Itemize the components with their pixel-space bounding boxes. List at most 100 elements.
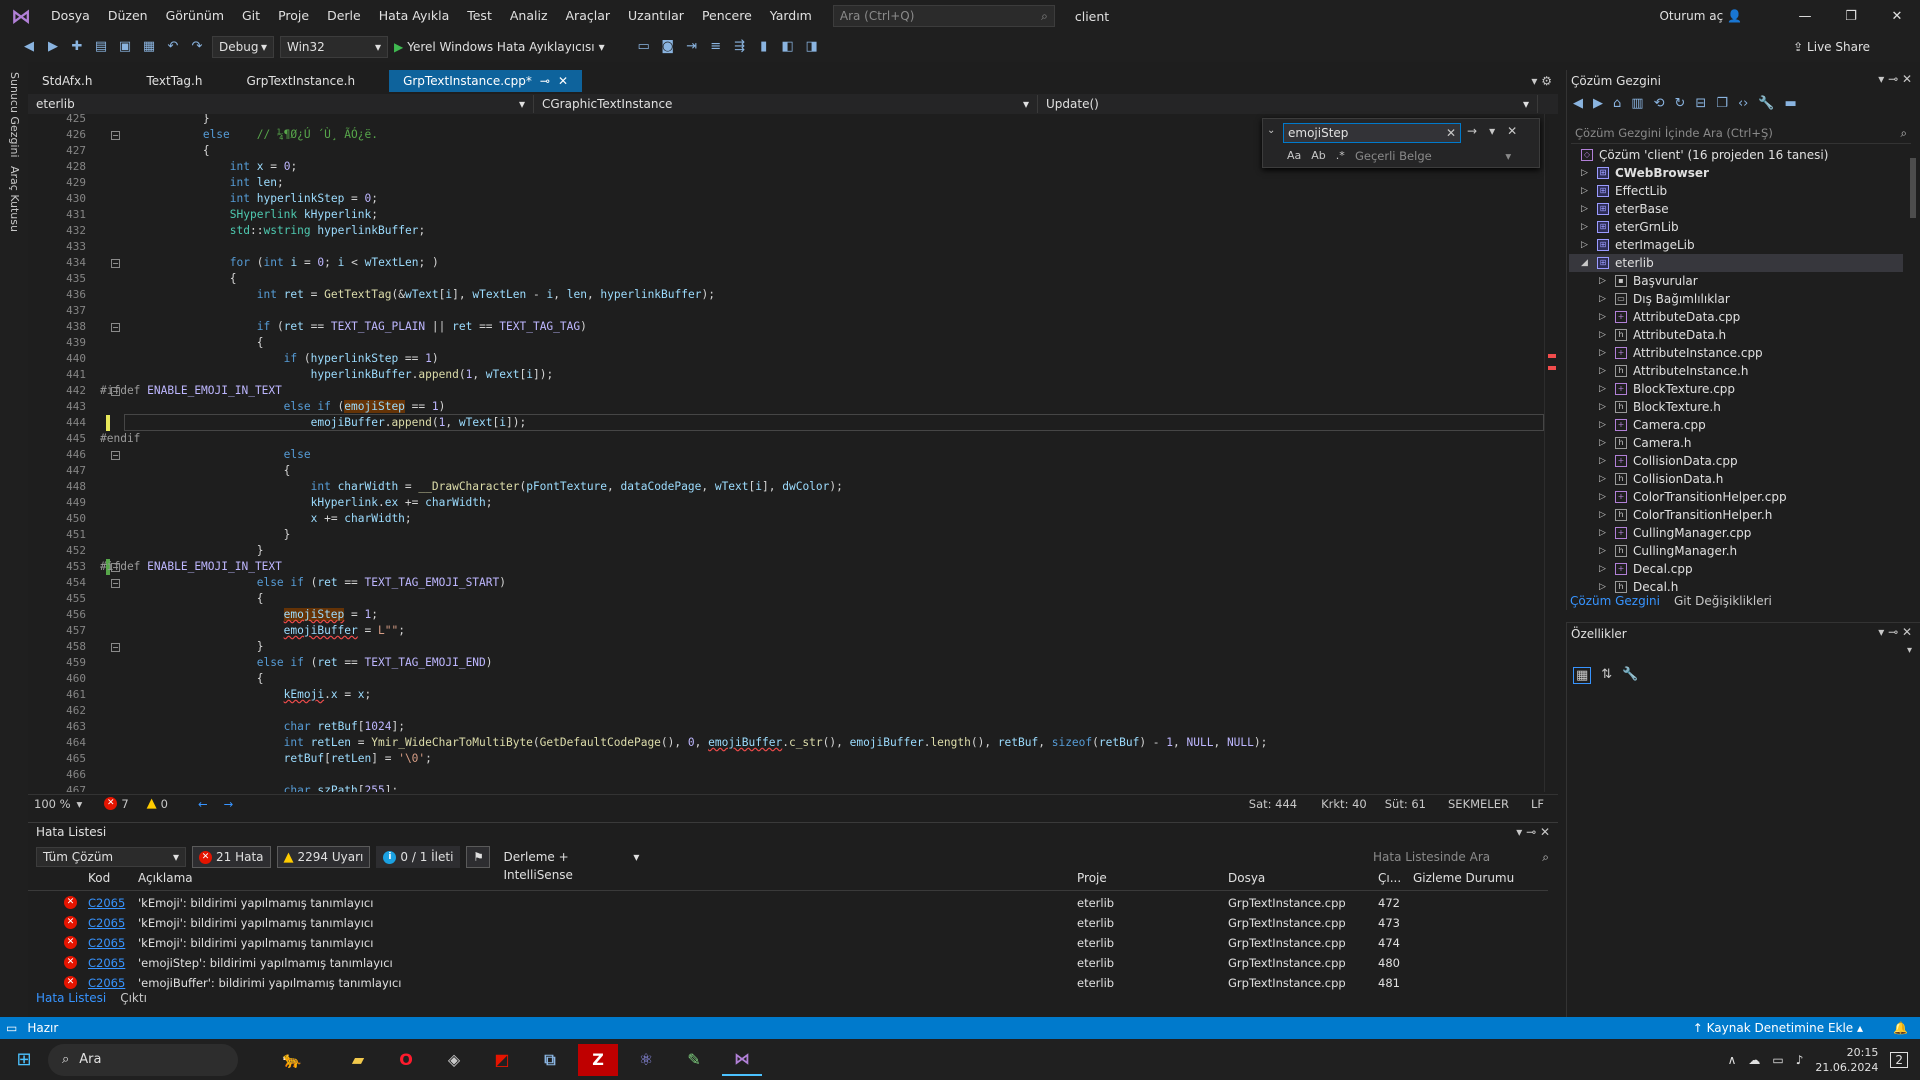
global-search-input[interactable]: Ara (Ctrl+Q) ⌕: [832, 5, 1055, 27]
notification-center-icon[interactable]: 2: [1890, 1051, 1908, 1068]
forward-icon[interactable]: ▶: [44, 38, 62, 56]
expand-arrow-icon[interactable]: ▷: [1581, 218, 1591, 236]
switch-views-icon[interactable]: ▥: [1631, 96, 1643, 111]
collapse-arrow-icon[interactable]: ◢: [1581, 254, 1591, 272]
tray-app-icon[interactable]: ☁: [1748, 1053, 1760, 1067]
table-row[interactable]: ✕ C2065 'kEmoji': bildirimi yapılmamış t…: [28, 893, 1548, 913]
tree-project[interactable]: ▷ ⊞ eterGrnLib: [1581, 218, 1679, 236]
save-all-icon[interactable]: ▦: [140, 38, 158, 56]
toolbox-tab[interactable]: Araç Kutusu: [8, 166, 21, 232]
expand-arrow-icon[interactable]: ▷: [1581, 200, 1591, 218]
error-scope-select[interactable]: Tüm Çözüm ▾: [36, 847, 186, 867]
error-list-search-input[interactable]: Hata Listesinde Ara ⌕: [1366, 847, 1556, 867]
warning-count-indicator[interactable]: ▲ 0: [147, 796, 168, 811]
table-row[interactable]: ✕ C2065 'kEmoji': bildirimi yapılmamış t…: [28, 933, 1548, 953]
error-code-link[interactable]: C2065: [88, 953, 125, 973]
platform-select[interactable]: Win32 ▾: [280, 36, 388, 58]
find-next-icon[interactable]: →: [1467, 124, 1477, 138]
tree-item[interactable]: ▷ h ColorTransitionHelper.h: [1599, 506, 1772, 524]
home-icon[interactable]: ⌂: [1613, 96, 1621, 111]
expand-arrow-icon[interactable]: ▷: [1599, 380, 1609, 398]
expand-arrow-icon[interactable]: ▷: [1599, 542, 1609, 560]
menu-araclar[interactable]: Araçlar: [557, 0, 620, 32]
expand-arrow-icon[interactable]: ▷: [1581, 236, 1591, 254]
tab-output[interactable]: Çıktı: [120, 991, 147, 1005]
menu-proje[interactable]: Proje: [269, 0, 318, 32]
error-count-indicator[interactable]: ✕ 7: [104, 797, 129, 811]
expand-arrow-icon[interactable]: ▷: [1599, 344, 1609, 362]
find-input[interactable]: emojiStep ✕: [1283, 123, 1461, 143]
errors-filter-button[interactable]: ✕ 21 Hata: [192, 846, 271, 868]
build-source-select[interactable]: Derleme + IntelliSense ▾: [496, 847, 646, 882]
tree-item[interactable]: ▷ + AttributeInstance.cpp: [1599, 344, 1763, 362]
sign-in-button[interactable]: Oturum aç 👤: [1659, 9, 1742, 23]
tab-overflow-icon[interactable]: ▾ ⚙: [1531, 70, 1558, 92]
new-project-icon[interactable]: ✚: [68, 38, 86, 56]
tree-project[interactable]: ▷ ⊞ EffectLib: [1581, 182, 1667, 200]
menu-derle[interactable]: Derle: [318, 0, 370, 32]
tree-item[interactable]: ▷ + Decal.cpp: [1599, 560, 1693, 578]
property-pages-icon[interactable]: 🔧: [1622, 667, 1638, 684]
categorized-icon[interactable]: ▦: [1573, 667, 1592, 684]
network-icon[interactable]: ▭: [1772, 1053, 1783, 1067]
expand-arrow-icon[interactable]: ▷: [1599, 560, 1609, 578]
minimize-button[interactable]: —: [1782, 9, 1828, 24]
pin-icon[interactable]: ⊸: [540, 70, 550, 92]
expand-arrow-icon[interactable]: ▷: [1581, 164, 1591, 182]
close-icon[interactable]: ✕: [1507, 124, 1517, 138]
vertical-scrollbar[interactable]: [1544, 114, 1558, 792]
open-file-icon[interactable]: ▤: [92, 38, 110, 56]
find-scope-select[interactable]: Geçerli Belge ▾: [1355, 149, 1511, 163]
error-code-link[interactable]: C2065: [88, 893, 125, 913]
menu-yardim[interactable]: Yardım: [761, 0, 821, 32]
expand-arrow-icon[interactable]: ▷: [1599, 470, 1609, 488]
expand-arrow-icon[interactable]: ▷: [1599, 308, 1609, 326]
expand-arrow-icon[interactable]: ▷: [1599, 272, 1609, 290]
format-icon[interactable]: ≡: [707, 38, 725, 56]
configuration-select[interactable]: Debug ▾: [212, 36, 274, 58]
tab-error-list[interactable]: Hata Listesi: [36, 991, 106, 1005]
tab-texttag-h[interactable]: TextTag.h: [106, 70, 216, 92]
back-icon[interactable]: ◀: [1573, 96, 1583, 111]
menu-pencere[interactable]: Pencere: [693, 0, 761, 32]
collapse-all-icon[interactable]: ⊟: [1695, 96, 1706, 111]
fold-toggle[interactable]: −: [111, 579, 120, 588]
tray-chevron-icon[interactable]: ∧: [1728, 1053, 1737, 1067]
table-row[interactable]: ✕ C2065 'emojiBuffer': bildirimi yapılma…: [28, 973, 1548, 993]
tree-item[interactable]: ▷ h AttributeInstance.h: [1599, 362, 1748, 380]
expand-arrow-icon[interactable]: ▷: [1599, 506, 1609, 524]
indent-mode[interactable]: SEKMELER: [1448, 797, 1509, 811]
previous-issue-icon[interactable]: ←: [198, 797, 208, 811]
expand-arrow-icon[interactable]: ▷: [1599, 452, 1609, 470]
notepad-plus-icon[interactable]: ✎: [674, 1044, 714, 1076]
virtualbox-icon[interactable]: ◈: [434, 1044, 474, 1076]
tree-project[interactable]: ▷ ⊞ eterImageLib: [1581, 236, 1695, 254]
bookmark-next-icon[interactable]: ◨: [803, 38, 821, 56]
expand-arrow-icon[interactable]: ▷: [1599, 362, 1609, 380]
error-code-link[interactable]: C2065: [88, 933, 125, 953]
taskbar-clock[interactable]: 20:15 21.06.2024: [1815, 1045, 1878, 1075]
camera-icon[interactable]: ◙: [659, 38, 677, 56]
tab-grptextinstance-cpp[interactable]: GrpTextInstance.cpp* ⊸ ✕: [389, 70, 583, 92]
tree-item[interactable]: ▷ h CollisionData.h: [1599, 470, 1723, 488]
tree-item[interactable]: ▷ + BlockTexture.cpp: [1599, 380, 1735, 398]
tree-item[interactable]: ▷ ▪ Başvurular: [1599, 272, 1698, 290]
tree-item[interactable]: ▷ + Camera.cpp: [1599, 416, 1706, 434]
menu-git[interactable]: Git: [233, 0, 269, 32]
menu-uzantilar[interactable]: Uzantılar: [619, 0, 693, 32]
clear-icon[interactable]: ✕: [1446, 124, 1456, 142]
visual-studio-taskbar-icon[interactable]: ⋈: [722, 1044, 762, 1076]
indent-icon[interactable]: ⇶: [731, 38, 749, 56]
tree-item[interactable]: ▷ + ColorTransitionHelper.cpp: [1599, 488, 1787, 506]
fold-toggle[interactable]: −: [111, 323, 120, 332]
tree-item[interactable]: ▷ + AttributeData.cpp: [1599, 308, 1740, 326]
refresh-icon[interactable]: ↻: [1674, 96, 1685, 111]
expand-arrow-icon[interactable]: ▷: [1599, 398, 1609, 416]
expand-arrow-icon[interactable]: ▷: [1599, 488, 1609, 506]
chevron-down-icon[interactable]: ⌄: [1267, 125, 1275, 136]
table-row[interactable]: ✕ C2065 'emojiStep': bildirimi yapılmamı…: [28, 953, 1548, 973]
windows-start-icon[interactable]: ⊞: [0, 1049, 48, 1070]
file-explorer-icon[interactable]: ▰: [338, 1044, 378, 1076]
back-icon[interactable]: ◀: [20, 38, 38, 56]
panel-controls-icon[interactable]: ▾ ⊸ ✕: [1878, 72, 1912, 86]
